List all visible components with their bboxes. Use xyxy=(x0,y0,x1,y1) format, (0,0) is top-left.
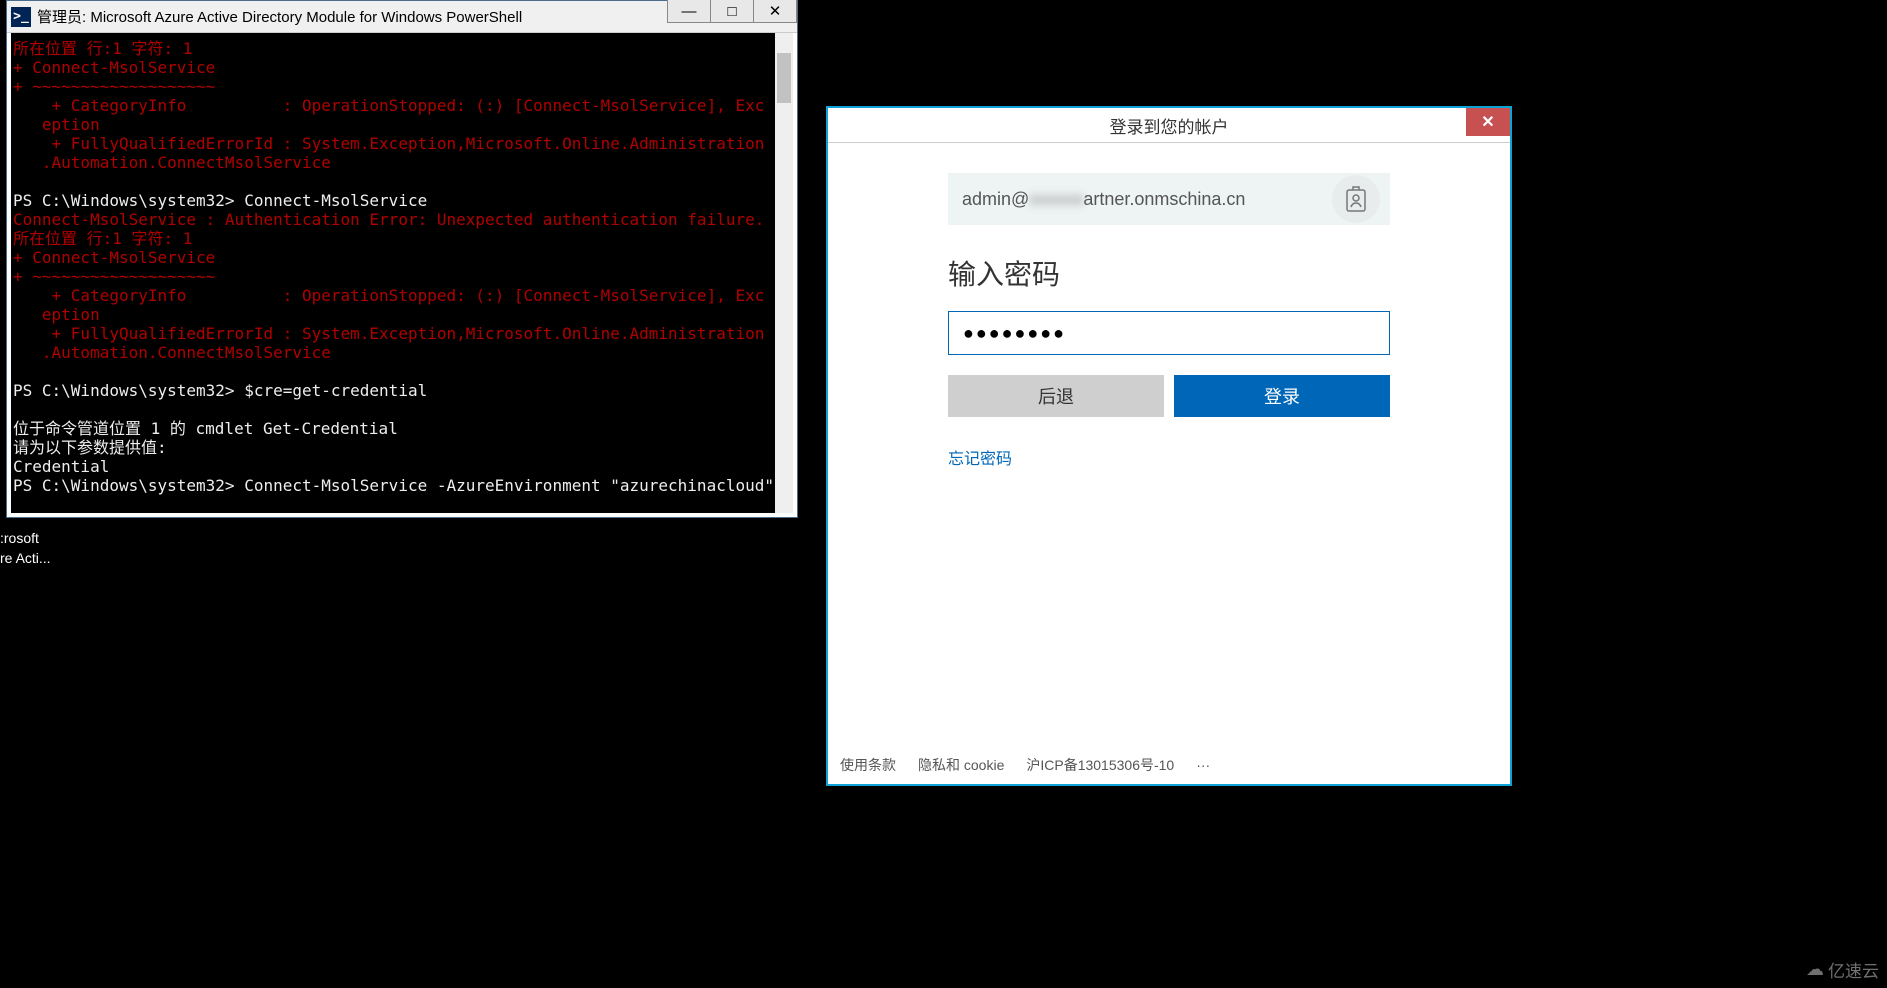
password-input[interactable] xyxy=(948,311,1390,355)
console-line: 所在位置 行:1 字符: 1 xyxy=(11,229,793,248)
login-body: admin@xxxxxxartner.onmschina.cn 输入密码 后退 … xyxy=(828,143,1510,746)
console-line: + ~~~~~~~~~~~~~~~~~~~ xyxy=(11,77,793,96)
terms-link[interactable]: 使用条款 xyxy=(840,755,896,775)
console-line: PS C:\Windows\system32> Connect-MsolServ… xyxy=(11,476,793,495)
minimize-button[interactable]: — xyxy=(667,0,711,23)
console-line: Connect-MsolService : Authentication Err… xyxy=(11,210,793,229)
console-line xyxy=(11,400,793,419)
console-line: Credential xyxy=(11,457,793,476)
console-line: 位于命令管道位置 1 的 cmdlet Get-Credential xyxy=(11,419,793,438)
login-button[interactable]: 登录 xyxy=(1174,375,1390,417)
powershell-title: 管理员: Microsoft Azure Active Directory Mo… xyxy=(37,6,522,27)
button-row: 后退 登录 xyxy=(948,375,1390,417)
console-line: 所在位置 行:1 字符: 1 xyxy=(11,39,793,58)
close-button[interactable]: ✕ xyxy=(753,0,797,23)
console-line: eption xyxy=(11,305,793,324)
account-email: admin@xxxxxxartner.onmschina.cn xyxy=(962,189,1376,210)
console-line: + Connect-MsolService xyxy=(11,58,793,77)
window-controls: — □ ✕ xyxy=(668,0,797,23)
more-link[interactable]: ··· xyxy=(1196,757,1210,773)
password-heading: 输入密码 xyxy=(948,253,1390,293)
forgot-password-link[interactable]: 忘记密码 xyxy=(948,445,1390,469)
badge-icon xyxy=(1332,175,1380,223)
console-line: + FullyQualifiedErrorId : System.Excepti… xyxy=(11,324,793,343)
powershell-console[interactable]: 所在位置 行:1 字符: 1+ Connect-MsolService+ ~~~… xyxy=(7,33,797,517)
cloud-icon: ☁ xyxy=(1806,959,1824,980)
taskbar-text-1: :rosoft xyxy=(0,528,51,548)
close-button[interactable]: ✕ xyxy=(1466,108,1510,136)
console-line: + CategoryInfo : OperationStopped: (:) [… xyxy=(11,286,793,305)
scrollbar[interactable] xyxy=(775,33,793,513)
console-line xyxy=(11,362,793,381)
console-line: eption xyxy=(11,115,793,134)
powershell-titlebar[interactable]: >_ 管理员: Microsoft Azure Active Directory… xyxy=(7,1,797,33)
login-footer: 使用条款 隐私和 cookie 沪ICP备13015306号-10 ··· xyxy=(828,746,1510,784)
taskbar-text-2: re Acti... xyxy=(0,548,51,568)
back-button[interactable]: 后退 xyxy=(948,375,1164,417)
maximize-button[interactable]: □ xyxy=(710,0,754,23)
console-line: PS C:\Windows\system32> Connect-MsolServ… xyxy=(11,191,793,210)
account-display[interactable]: admin@xxxxxxartner.onmschina.cn xyxy=(948,173,1390,225)
privacy-link[interactable]: 隐私和 cookie xyxy=(918,755,1004,775)
watermark: ☁ 亿速云 xyxy=(1806,957,1879,982)
console-line: .Automation.ConnectMsolService xyxy=(11,153,793,172)
powershell-window: >_ 管理员: Microsoft Azure Active Directory… xyxy=(6,0,798,518)
console-line: .Automation.ConnectMsolService xyxy=(11,343,793,362)
console-line: 请为以下参数提供值: xyxy=(11,438,793,457)
taskbar-fragment: :rosoft re Acti... xyxy=(0,528,51,568)
console-line xyxy=(11,172,793,191)
login-dialog: 登录到您的帐户 ✕ admin@xxxxxxartner.onmschina.c… xyxy=(826,106,1512,786)
console-line: + FullyQualifiedErrorId : System.Excepti… xyxy=(11,134,793,153)
console-line: + CategoryInfo : OperationStopped: (:) [… xyxy=(11,96,793,115)
console-line: + Connect-MsolService xyxy=(11,248,793,267)
login-titlebar[interactable]: 登录到您的帐户 ✕ xyxy=(828,108,1510,142)
login-title: 登录到您的帐户 xyxy=(1110,113,1229,138)
console-line: + ~~~~~~~~~~~~~~~~~~~ xyxy=(11,267,793,286)
powershell-icon: >_ xyxy=(11,7,31,27)
console-line: PS C:\Windows\system32> $cre=get-credent… xyxy=(11,381,793,400)
icp-text[interactable]: 沪ICP备13015306号-10 xyxy=(1026,755,1174,775)
